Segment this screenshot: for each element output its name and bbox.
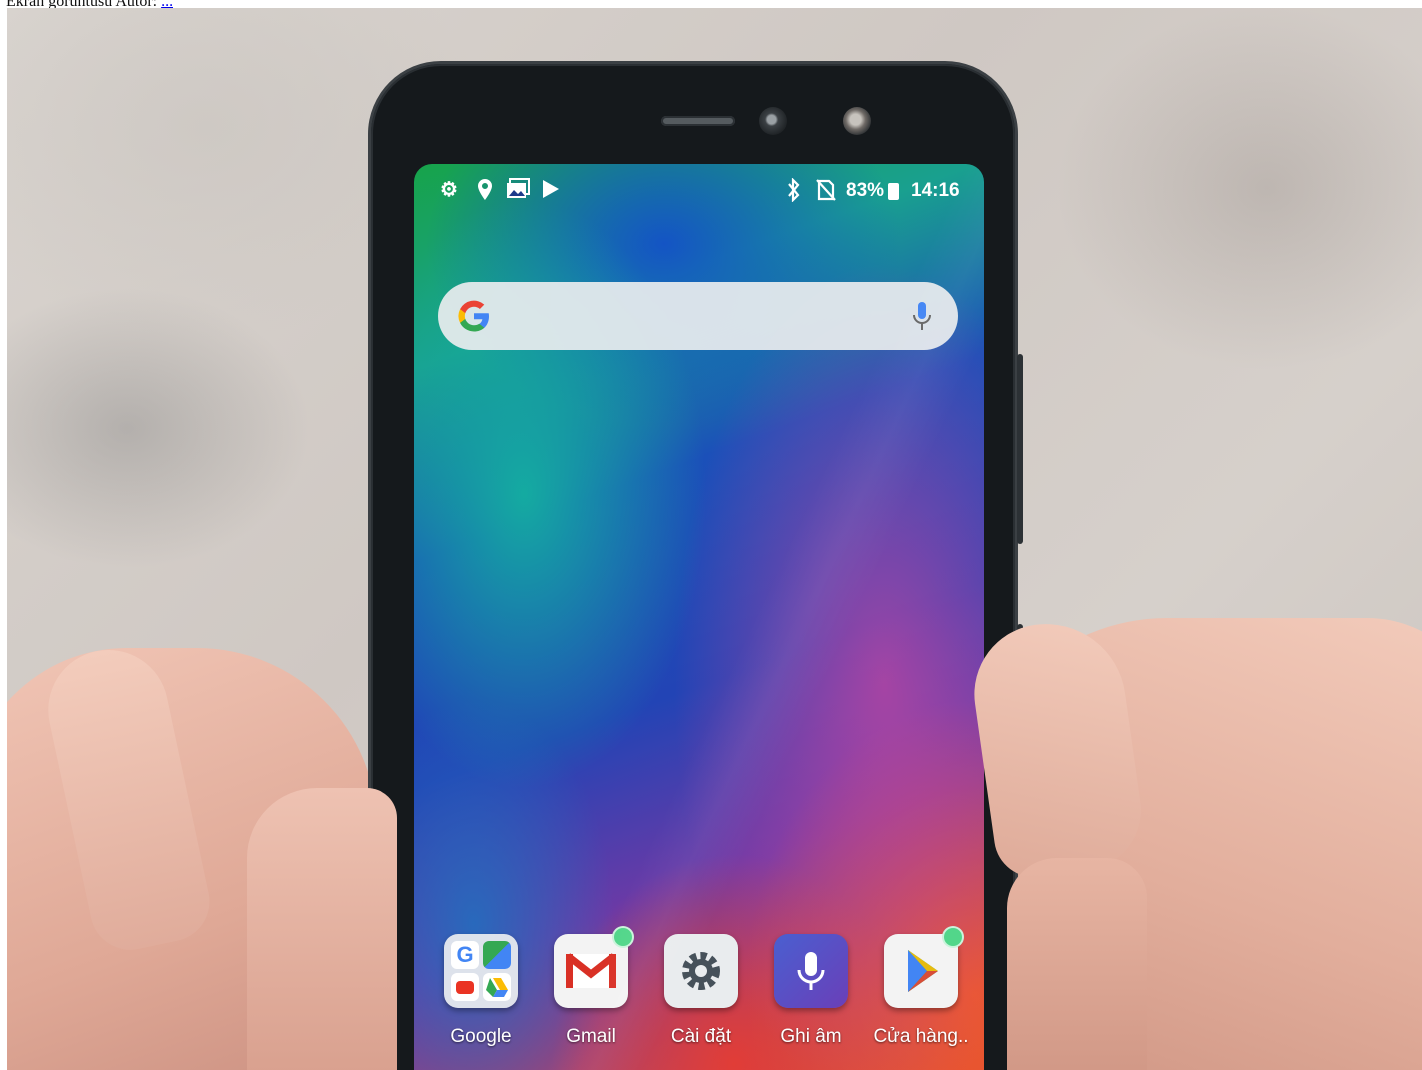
app-gmail[interactable]: Gmail <box>536 926 646 1048</box>
photo: ⚙ 83% 14:16 G Google Gmail Cài đặt Ghi â… <box>7 8 1422 1070</box>
play-icon <box>540 178 562 206</box>
app-dock: G Google Gmail Cài đặt Ghi âm Cửa hàng.. <box>414 926 984 1070</box>
app-play-store[interactable]: Cửa hàng.. <box>866 926 976 1048</box>
image-caption: Ekran görüntüsü Autor: ... <box>6 0 173 8</box>
right-fingers <box>1007 858 1147 1070</box>
settings-icon: ⚙ <box>440 179 458 201</box>
status-bar: ⚙ 83% 14:16 <box>414 177 984 206</box>
phone-screen: ⚙ 83% 14:16 G Google Gmail Cài đặt Ghi â… <box>414 164 984 1070</box>
battery-percent: 83% <box>846 180 885 201</box>
app-settings[interactable]: Cài đặt <box>646 934 756 1048</box>
google-g-logo <box>458 300 489 332</box>
notification-badge <box>942 926 964 948</box>
front-sensor <box>843 107 871 135</box>
mic-icon[interactable] <box>912 300 932 332</box>
app-voice-recorder[interactable]: Ghi âm <box>756 934 866 1048</box>
gallery-icon <box>506 178 530 206</box>
bluetooth-icon <box>786 177 802 208</box>
earpiece <box>661 116 735 126</box>
phone: ⚙ 83% 14:16 G Google Gmail Cài đặt Ghi â… <box>371 64 1023 1070</box>
volume-button <box>1017 354 1023 544</box>
play-store-icon <box>884 926 964 1008</box>
caption-prefix: Ekran görüntüsü <box>6 0 112 8</box>
caption-author-link[interactable]: ... <box>161 0 173 8</box>
notification-badge <box>612 926 634 948</box>
caption-author-label: Autor: <box>115 0 157 8</box>
app-label: Gmail <box>566 1026 616 1047</box>
location-icon <box>476 178 494 208</box>
clock: 14:16 <box>911 180 960 201</box>
front-camera <box>759 107 787 135</box>
google-search-bar[interactable] <box>438 282 958 350</box>
battery-icon <box>888 183 899 200</box>
app-label: Google <box>450 1026 512 1047</box>
app-label: Ghi âm <box>780 1026 842 1047</box>
gmail-icon <box>554 926 634 1008</box>
app-label: Cửa hàng.. <box>873 1026 969 1047</box>
voice-recorder-icon <box>774 934 848 1008</box>
settings-gear-icon <box>664 934 738 1008</box>
no-sim-icon <box>816 178 836 208</box>
app-google-folder[interactable]: G Google <box>426 934 536 1048</box>
app-label: Cài đặt <box>670 1026 732 1047</box>
google-folder-icon: G <box>444 934 518 1008</box>
left-fingers <box>247 788 397 1070</box>
